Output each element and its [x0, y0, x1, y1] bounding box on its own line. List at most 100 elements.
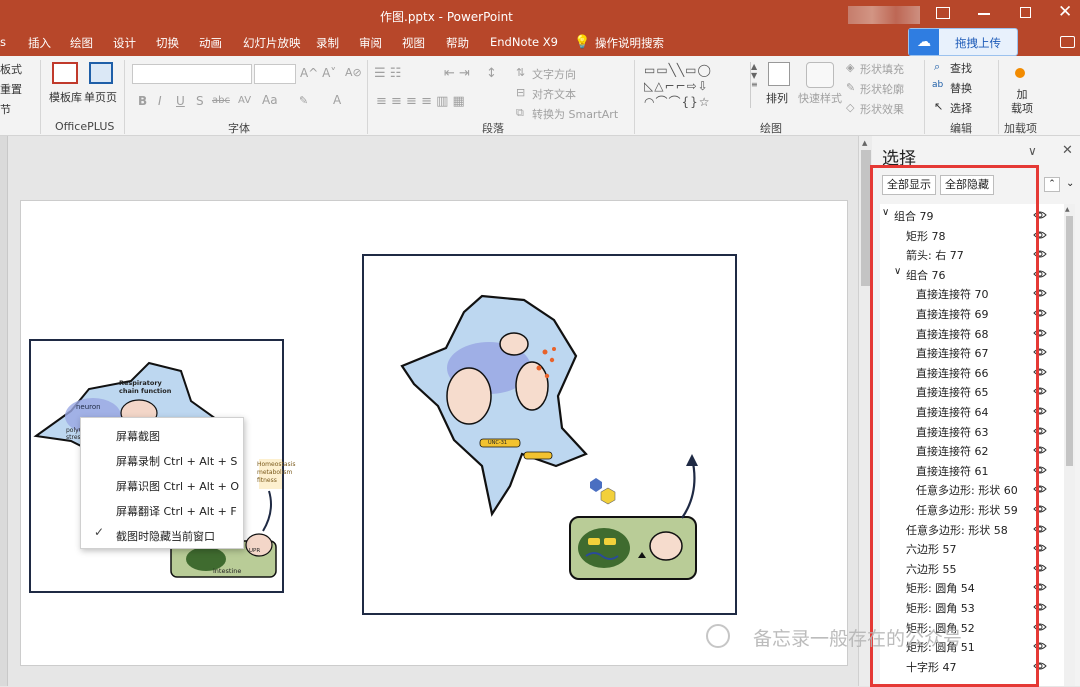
highlight-icon[interactable]: ✎ — [299, 94, 308, 107]
shadow-button[interactable]: S — [196, 94, 204, 108]
account-avatar[interactable] — [848, 6, 920, 24]
large-figure-panel[interactable]: UNC-31 — [362, 254, 737, 615]
selection-list-scrollbar[interactable]: ▲ — [1064, 204, 1075, 686]
quick-styles-icon[interactable] — [806, 62, 834, 88]
shape-outline-label[interactable]: 形状轮廓 — [860, 81, 904, 97]
select-label[interactable]: 选择 — [950, 100, 972, 116]
arrange-label[interactable]: 排列 — [766, 90, 788, 106]
tab-design[interactable]: 设计 — [113, 35, 136, 51]
smartart-icon[interactable]: ⧉ — [516, 106, 524, 120]
font-size-combo[interactable] — [254, 64, 296, 84]
shape-effects-icon[interactable]: ◇ — [846, 101, 854, 114]
ribbon: 板式 重置 节 模板库 单页页 OfficePLUS A^ A˅ A⊘ B I … — [0, 56, 1080, 136]
text-direction-label[interactable]: 文字方向 — [532, 66, 576, 82]
font-name-combo[interactable] — [132, 64, 252, 84]
reset-button[interactable]: 重置 — [0, 81, 22, 97]
strikethrough-button[interactable]: abc — [212, 95, 230, 106]
restore-icon[interactable] — [1020, 7, 1031, 18]
italic-button[interactable]: I — [158, 94, 162, 108]
pane-options-icon[interactable]: ∨ — [1028, 144, 1037, 158]
align-text-icon[interactable]: ⊟ — [516, 86, 525, 99]
drawing-group-label: 绘图 — [760, 122, 782, 135]
wechat-logo-icon — [706, 624, 730, 648]
upr-label: UPR — [249, 548, 261, 554]
select-icon[interactable]: ↖ — [934, 100, 943, 113]
shapes-gallery[interactable]: ▭▭╲╲▭◯ ◺△⌐⌐⇨⇩ ◠⌒⌒{}☆ — [644, 62, 748, 112]
single-page-label[interactable]: 单页页 — [84, 89, 117, 105]
tab-record[interactable]: 录制 — [316, 35, 339, 51]
change-case-button[interactable]: Aa — [262, 93, 278, 107]
find-icon[interactable]: ⌕ — [934, 60, 940, 74]
watermark-text: 备忘录一般存在的公众号 — [753, 628, 963, 650]
shape-outline-icon[interactable]: ✎ — [846, 81, 855, 94]
tab-transitions[interactable]: 切换 — [156, 35, 179, 51]
bring-forward-button[interactable]: ⌃ — [1044, 177, 1060, 192]
shape-fill-label[interactable]: 形状填充 — [860, 61, 904, 77]
underline-button[interactable]: U — [176, 94, 185, 108]
align-text-label[interactable]: 对齐文本 — [532, 86, 576, 102]
upload-button[interactable]: ☁ 拖拽上传 — [908, 28, 1018, 56]
ribbon-display-icon[interactable] — [936, 7, 950, 19]
bullets-icon[interactable]: ☰ ☷ — [374, 66, 401, 81]
pane-close-icon[interactable]: ✕ — [1062, 143, 1073, 158]
tab-endnote[interactable]: EndNote X9 — [490, 35, 558, 49]
grow-font-icon[interactable]: A^ A˅ — [300, 66, 336, 80]
tab-slideshow[interactable]: 幻灯片放映 — [243, 35, 301, 51]
menu-item-hide-window[interactable]: 截图时隐藏当前窗口 — [116, 528, 215, 544]
tab-draw[interactable]: 绘图 — [70, 35, 93, 51]
section-button[interactable]: 节 — [0, 101, 11, 117]
template-library-icon[interactable] — [52, 62, 78, 84]
arrange-icon[interactable] — [768, 62, 790, 86]
upload-label: 拖拽上传 — [955, 36, 1001, 50]
font-color-button[interactable]: A — [333, 93, 341, 107]
title-bar: 作图.pptx - PowerPoint ✕ — [0, 0, 1080, 30]
minimize-icon[interactable] — [978, 13, 990, 15]
quick-styles-label[interactable]: 快速样式 — [798, 90, 842, 106]
list-scroll-thumb[interactable] — [1066, 216, 1073, 466]
menu-item-screen-translate[interactable]: 屏幕翻译 Ctrl + Alt + F — [116, 503, 237, 519]
replace-label[interactable]: 替换 — [950, 80, 972, 96]
addins-icon[interactable] — [1015, 68, 1025, 78]
addins-group-label: 加载项 — [1004, 122, 1037, 135]
text-direction-icon[interactable]: ⇅ — [516, 66, 525, 79]
find-label[interactable]: 查找 — [950, 60, 972, 76]
intestine-label: intestine — [213, 567, 242, 575]
char-spacing-button[interactable]: AV — [238, 95, 251, 106]
smartart-label[interactable]: 转换为 SmartArt — [532, 106, 618, 122]
replace-icon[interactable]: ab — [932, 80, 943, 90]
thumbnail-pane-edge[interactable] — [0, 136, 8, 686]
homeostasis-label: Homeostasis metabolism fitness — [257, 461, 296, 484]
comments-icon[interactable] — [1060, 36, 1075, 48]
addins-button-label[interactable]: 加 载项 — [1010, 88, 1034, 116]
tab-start[interactable]: s — [0, 35, 6, 49]
editing-group-label: 编辑 — [950, 122, 972, 135]
menu-item-screen-ocr[interactable]: 屏幕识图 Ctrl + Alt + O — [116, 478, 239, 494]
tab-insert[interactable]: 插入 — [28, 35, 51, 51]
bold-button[interactable]: B — [138, 94, 147, 108]
scroll-up-icon[interactable]: ▲ — [862, 139, 867, 147]
single-page-icon[interactable] — [89, 62, 113, 84]
tab-animations[interactable]: 动画 — [199, 35, 222, 51]
close-icon[interactable]: ✕ — [1058, 2, 1072, 22]
menu-item-screenshot[interactable]: 屏幕截图 — [116, 428, 160, 444]
menu-bar: s 插入 绘图 设计 切换 动画 幻灯片放映 录制 审阅 视图 帮助 EndNo… — [0, 28, 1080, 56]
line-spacing-icon[interactable]: ↕ — [486, 66, 497, 81]
send-backward-icon[interactable]: ⌄ — [1066, 178, 1074, 189]
template-library-label[interactable]: 模板库 — [49, 89, 82, 105]
font-group-label: 字体 — [228, 122, 250, 135]
list-scroll-up-icon[interactable]: ▲ — [1065, 206, 1070, 213]
tab-view[interactable]: 视图 — [402, 35, 425, 51]
layout-button[interactable]: 板式 — [0, 61, 22, 77]
clear-format-icon[interactable]: A⊘ — [345, 66, 362, 79]
tab-review[interactable]: 审阅 — [359, 35, 382, 51]
shapes-gallery-more-icon[interactable]: ▲ ▼ ≡ — [750, 62, 760, 108]
tab-help[interactable]: 帮助 — [446, 35, 469, 51]
tell-me-search[interactable]: 操作说明搜索 — [595, 35, 664, 51]
shape-fill-icon[interactable]: ◈ — [846, 61, 854, 74]
screenshot-context-menu: 屏幕截图 屏幕录制 Ctrl + Alt + S 屏幕识图 Ctrl + Alt… — [80, 417, 244, 549]
shape-effects-label[interactable]: 形状效果 — [860, 101, 904, 117]
align-icons[interactable]: ≡ ≡ ≡ ≡ ▥ ▦ — [376, 94, 465, 109]
indent-icon[interactable]: ⇤ ⇥ — [444, 66, 470, 81]
window-title: 作图.pptx - PowerPoint — [380, 10, 513, 24]
menu-item-screen-record[interactable]: 屏幕录制 Ctrl + Alt + S — [116, 453, 237, 469]
